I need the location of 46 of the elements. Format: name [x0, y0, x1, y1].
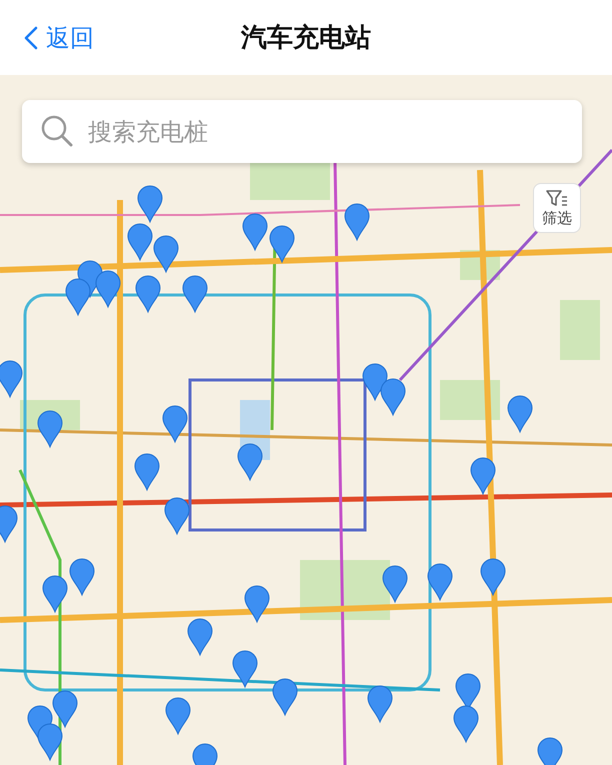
map-pin-icon[interactable]: [238, 444, 262, 480]
map-pin-icon[interactable]: [136, 276, 160, 312]
park-area: [560, 300, 600, 360]
map-pin-icon[interactable]: [362, 364, 388, 400]
map-pin-icon[interactable]: [538, 738, 562, 765]
map-pin-icon[interactable]: [166, 698, 190, 734]
map-pin-icon[interactable]: [344, 204, 370, 240]
map-pin-icon[interactable]: [272, 678, 298, 716]
map-pin-icon[interactable]: [244, 586, 270, 622]
map-pin-icon[interactable]: [162, 406, 188, 442]
map-pin-icon[interactable]: [96, 270, 120, 308]
map-pin-icon[interactable]: [0, 360, 22, 398]
map-pin-icon[interactable]: [182, 276, 208, 312]
map-pin-icon[interactable]: [508, 396, 532, 432]
back-button[interactable]: 返回: [24, 22, 94, 54]
map-pin-icon[interactable]: [52, 690, 78, 728]
map-pin-icon[interactable]: [154, 236, 178, 272]
back-chevron-icon: [24, 26, 38, 50]
map-pin-icon[interactable]: [470, 458, 496, 494]
map-pin-icon[interactable]: [428, 564, 452, 600]
map-pin-icon[interactable]: [38, 724, 62, 760]
map-pin-icon[interactable]: [38, 410, 62, 448]
map-pin-icon[interactable]: [270, 226, 294, 262]
map-pin-icon[interactable]: [66, 278, 90, 316]
map-pin-icon[interactable]: [42, 576, 68, 612]
map-pin-icon[interactable]: [232, 650, 258, 688]
map-pin-icon[interactable]: [382, 566, 408, 602]
page-title: 汽车充电站: [241, 22, 371, 55]
map-pin-icon[interactable]: [480, 558, 506, 596]
map-pin-icon[interactable]: [188, 618, 212, 656]
map-pin-icon[interactable]: [380, 378, 406, 416]
map-pin-icon[interactable]: [242, 214, 268, 250]
map-pin-icon[interactable]: [70, 558, 94, 596]
map-pin-icon[interactable]: [192, 744, 218, 765]
map-pin-icon[interactable]: [128, 224, 152, 260]
filter-button[interactable]: 筛选: [533, 183, 581, 233]
search-field[interactable]: 搜索充电桩: [22, 100, 582, 163]
map-pin-icon[interactable]: [138, 186, 162, 222]
map-pin-icon[interactable]: [134, 454, 160, 490]
map-pin-icon[interactable]: [164, 498, 190, 534]
map-pin-icon[interactable]: [368, 686, 392, 722]
map-pin-icon[interactable]: [454, 706, 478, 742]
map-pin-icon[interactable]: [0, 506, 18, 542]
filter-icon: [545, 188, 569, 206]
park-area: [440, 380, 500, 420]
search-icon: [40, 114, 74, 148]
